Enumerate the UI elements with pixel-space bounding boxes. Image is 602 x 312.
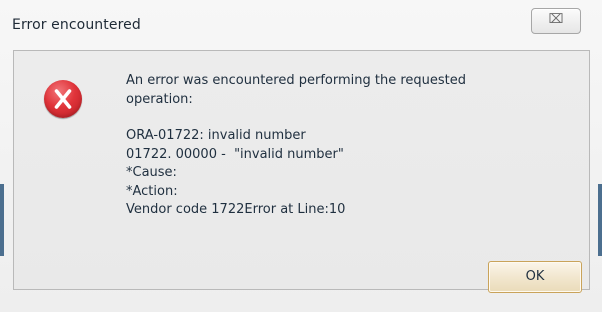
error-code-line: ORA-01722: invalid number [126,128,306,143]
message-line: An error was encountered performing the … [126,73,466,88]
window-title: Error encountered [12,17,141,33]
error-detail-line: 01722. 00000 - "invalid number" [126,146,344,162]
vendor-code-line: Vendor code 1722Error at Line:10 [126,202,346,217]
error-dialog: Error encountered ⌧ An error was encount… [0,0,602,312]
error-icon [44,80,82,118]
close-button[interactable]: ⌧ [531,8,581,34]
close-icon[interactable]: ⌧ [532,12,580,27]
action-line: *Action: [126,183,178,199]
ok-button[interactable]: OK [488,261,582,293]
window-edge-left [0,184,4,256]
title-bar: Error encountered ⌧ [0,0,602,50]
message-spacer [126,109,566,127]
cause-line: *Cause: [126,165,177,180]
error-message: An error was encountered performing the … [126,72,566,220]
message-line: operation: [126,91,193,107]
window-edge-right [598,184,602,256]
error-x-icon [54,89,72,109]
